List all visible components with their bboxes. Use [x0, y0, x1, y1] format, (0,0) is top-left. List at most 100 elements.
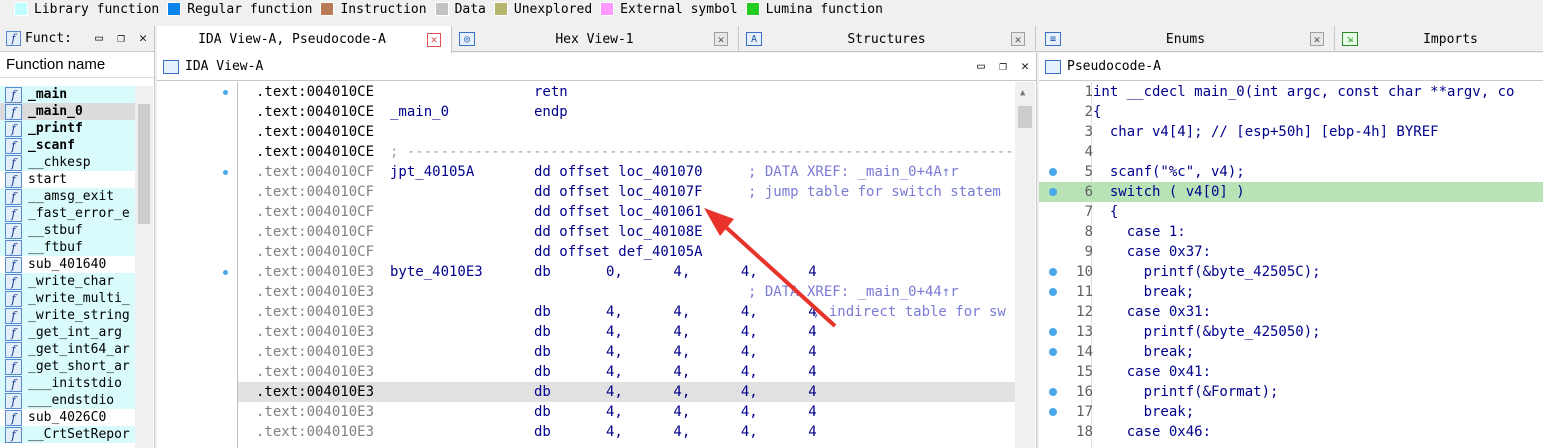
line-number: 11 [1076, 284, 1093, 300]
pseudocode-line[interactable]: 13 printf(&byte_425050); [1039, 322, 1543, 342]
breakpoint-dot[interactable] [1049, 288, 1057, 296]
functions-tab[interactable]: f Funct: [0, 31, 88, 46]
function-name-column-header[interactable]: Function name [0, 52, 154, 78]
function-icon: f [5, 290, 22, 307]
legend-swatch [14, 2, 28, 16]
breakpoint-dot[interactable] [1049, 408, 1057, 416]
breakpoint-dot[interactable] [1049, 188, 1057, 196]
function-list-item[interactable]: f sub_4026C0 [0, 409, 135, 426]
line-number: 8 [1084, 224, 1093, 240]
breakpoint-dot[interactable] [1049, 168, 1057, 176]
pseudocode-line[interactable]: 8 case 1: [1039, 222, 1543, 242]
disassembly-line[interactable]: .text:004010E3 db 4, 4, 4, 4 [238, 382, 1015, 402]
pseudocode-line[interactable]: 17 break; [1039, 402, 1543, 422]
pseudocode-line[interactable]: 6 switch ( v4[0] ) [1039, 182, 1543, 202]
function-list-item[interactable]: f __amsg_exit [0, 188, 135, 205]
close-tab-icon[interactable]: ✕ [1011, 32, 1025, 46]
tab-hex-view[interactable]: ◎ Hex View-1 ✕ [453, 26, 739, 52]
pseudocode-line[interactable]: 9 case 0x37: [1039, 242, 1543, 262]
function-list-item[interactable]: f __CrtSetRepor [0, 426, 135, 443]
function-list-item[interactable]: f _write_char [0, 273, 135, 290]
scroll-up-icon[interactable]: ▲ [1020, 88, 1025, 98]
pseudocode-line[interactable]: 10 printf(&byte_42505C); [1039, 262, 1543, 282]
address: .text:004010E3 [256, 424, 375, 440]
function-list-item[interactable]: f _fast_error_e [0, 205, 135, 222]
main-tab-bar: IDA View-A, Pseudocode-A ✕ ◎ Hex View-1 … [157, 26, 1543, 53]
close-icon[interactable]: ✕ [1014, 56, 1036, 78]
function-list-item[interactable]: f _main [0, 86, 135, 103]
scrollbar-thumb[interactable] [138, 104, 150, 224]
pseudocode-line[interactable]: 16 printf(&Format); [1039, 382, 1543, 402]
function-list-item[interactable]: f sub_401640 [0, 256, 135, 273]
disassembly-line[interactable]: .text:004010E3 db 4, 4, 4, 4; indirect tab… [238, 302, 1015, 322]
tab-imports[interactable]: ⇲ Imports [1336, 26, 1543, 52]
pseudocode-line[interactable]: 3 char v4[4]; // [esp+50h] [ebp-4h] BYRE… [1039, 122, 1543, 142]
pseudocode-line[interactable]: 11 break; [1039, 282, 1543, 302]
function-icon: f [5, 188, 22, 205]
function-list-item[interactable]: f _get_int64_ar [0, 341, 135, 358]
pseudocode-line[interactable]: 14 break; [1039, 342, 1543, 362]
maximize-icon[interactable]: ▭ [88, 28, 110, 50]
function-list-item[interactable]: f _printf [0, 120, 135, 137]
pseudocode-line[interactable]: 4 [1039, 142, 1543, 162]
restore-icon[interactable]: ❐ [110, 28, 132, 50]
disassembly-line[interactable]: .text:004010CF dd offset def_40105A [238, 242, 1015, 262]
function-list-item[interactable]: f _write_string [0, 307, 135, 324]
breakpoint-dot[interactable] [1049, 388, 1057, 396]
disassembly-scrollbar[interactable]: ▲ [1015, 82, 1035, 448]
tab-structures[interactable]: A Structures ✕ [740, 26, 1036, 52]
pseudocode-line[interactable]: 12 case 0x31: [1039, 302, 1543, 322]
disassembly-line[interactable]: .text:004010CF dd offset loc_40108E [238, 222, 1015, 242]
disassembly-line[interactable]: .text:004010CF jpt_40105A dd offset loc_40… [238, 162, 1015, 182]
function-list-item[interactable]: f _write_multi_ [0, 290, 135, 307]
pseudocode-line[interactable]: 1 int __cdecl main_0(int argc, const char… [1039, 82, 1543, 102]
maximize-icon[interactable]: ▭ [970, 56, 992, 78]
disassembly-line[interactable]: .text:004010E3 db 4, 4, 4, 4 [238, 362, 1015, 382]
disassembly-line[interactable]: .text:004010E3 byte_4010E3 db 0, 4, 4, 4 [238, 262, 1015, 282]
disassembly-line[interactable]: .text:004010CE ; ------------------------… [238, 142, 1015, 162]
pseudocode-line[interactable]: 15 case 0x41: [1039, 362, 1543, 382]
pseudocode-line[interactable]: 5 scanf("%c", v4); [1039, 162, 1543, 182]
function-list-item[interactable]: f _get_int_arg [0, 324, 135, 341]
close-tab-icon[interactable]: ✕ [427, 32, 441, 47]
disassembly-line[interactable]: .text:004010CF dd offset loc_401061 [238, 202, 1015, 222]
close-icon[interactable]: ✕ [132, 28, 154, 50]
disassembly-line[interactable]: .text:004010CE _main_0 endp [238, 102, 1015, 122]
pseudocode-line[interactable]: 7 { [1039, 202, 1543, 222]
function-list-item[interactable]: f _get_short_ar [0, 358, 135, 375]
function-list-item[interactable]: f __stbuf [0, 222, 135, 239]
function-list-item[interactable]: f ___endstdio [0, 392, 135, 409]
scrollbar-thumb[interactable] [1018, 106, 1032, 128]
disassembly-line[interactable]: .text:004010E3 db 4, 4, 4, 4 [238, 342, 1015, 362]
function-list-item[interactable]: f _main_0 [0, 103, 135, 120]
function-name: _main [28, 87, 68, 102]
disassembly-line[interactable]: .text:004010E3 db 4, 4, 4, 4 [238, 402, 1015, 422]
pseudocode-line[interactable]: 18 case 0x46: [1039, 422, 1543, 442]
restore-icon[interactable]: ❐ [992, 56, 1014, 78]
function-list-item[interactable]: f start [0, 171, 135, 188]
disassembly-line[interactable]: .text:004010CF dd offset loc_40107F ; jump… [238, 182, 1015, 202]
tab-enums[interactable]: ≡ Enums ✕ [1039, 26, 1335, 52]
legend-item: Data [434, 2, 486, 17]
function-list-item[interactable]: f __ftbuf [0, 239, 135, 256]
disassembly-line[interactable]: .text:004010E3 db 4, 4, 4, 4 [238, 422, 1015, 442]
close-tab-icon[interactable]: ✕ [1310, 32, 1324, 46]
breakpoint-dot[interactable] [1049, 328, 1057, 336]
function-list-item[interactable]: f __chkesp [0, 154, 135, 171]
function-list-item[interactable]: f _scanf [0, 137, 135, 154]
pseudocode-line[interactable]: 2{ [1039, 102, 1543, 122]
ida-view-title: IDA View-A [185, 59, 264, 74]
breakpoint-dot[interactable] [1049, 348, 1057, 356]
address: .text:004010E3 [256, 364, 375, 380]
function-list-item[interactable]: f ___initstdio [0, 375, 135, 392]
breakpoint-dot[interactable] [1049, 268, 1057, 276]
disassembly-listing[interactable]: .text:004010CE retn .text:004010CE _main_0 e… [237, 82, 1015, 448]
tab-ida-view-pseudocode[interactable]: IDA View-A, Pseudocode-A ✕ [157, 26, 452, 53]
disassembly-line[interactable]: .text:004010CE retn [238, 82, 1015, 102]
pseudocode-listing[interactable]: 1 int __cdecl main_0(int argc, const char… [1039, 82, 1543, 448]
disassembly-line[interactable]: .text:004010E3 db 4, 4, 4, 4 [238, 322, 1015, 342]
function-list-scrollbar[interactable] [135, 86, 153, 448]
disassembly-line[interactable]: .text:004010E3 ; DATA XREF: _main_0+44↑r [238, 282, 1015, 302]
close-tab-icon[interactable]: ✕ [714, 32, 728, 46]
disassembly-line[interactable]: .text:004010CE [238, 122, 1015, 142]
